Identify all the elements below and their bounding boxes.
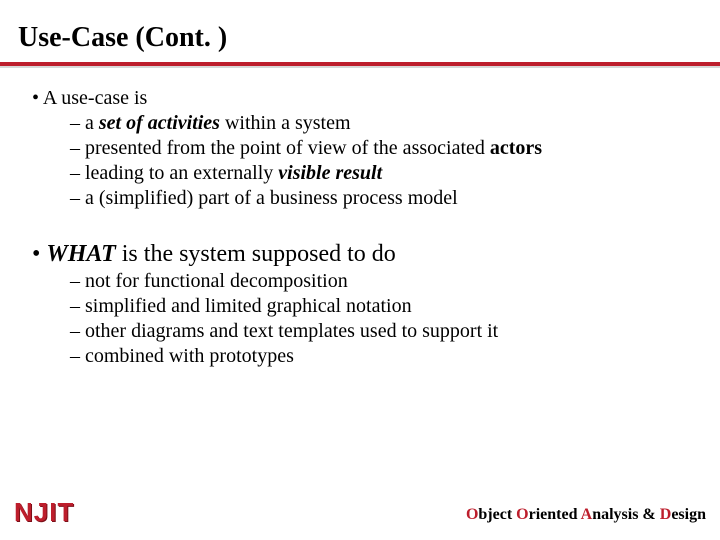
course-t1: bject xyxy=(478,506,516,523)
bullet-1-2: presented from the point of view of the … xyxy=(70,136,688,161)
footer: NJIT Object Oriented Analysis & Design xyxy=(0,500,720,528)
course-t2: riented xyxy=(529,506,581,523)
b11-post: within a system xyxy=(220,112,351,134)
b2-lead-em: WHAT xyxy=(46,241,115,267)
b12-em: actors xyxy=(490,137,542,159)
b2-lead-rest: is the system supposed to do xyxy=(116,241,396,267)
b12-pre: presented from the point of view of the … xyxy=(85,137,490,159)
course-t3: nalysis & xyxy=(592,506,660,523)
course-t4: esign xyxy=(671,506,706,523)
course-A: A xyxy=(581,506,593,523)
bullet-1-4: a (simplified) part of a business proces… xyxy=(70,186,688,211)
gap xyxy=(32,211,688,239)
title-rule-shadow xyxy=(0,66,720,68)
slide: Use-Case (Cont. ) A use-case is a set of… xyxy=(0,0,720,540)
bullet-2-2: simplified and limited graphical notatio… xyxy=(70,294,688,319)
bullet-1-text: A use-case is xyxy=(43,87,147,109)
course-O2: O xyxy=(516,506,528,523)
bullet-1-3: leading to an externally visible result xyxy=(70,161,688,186)
njit-logo: NJIT xyxy=(14,497,74,528)
b14-pre: a (simplified) part of a business proces… xyxy=(85,187,458,209)
b13-em: visible result xyxy=(278,162,382,184)
bullet-1-1: a set of activities within a system xyxy=(70,111,688,136)
b11-pre: a xyxy=(85,112,99,134)
course-title: Object Oriented Analysis & Design xyxy=(466,506,706,524)
course-O1: O xyxy=(466,506,478,523)
b13-pre: leading to an externally xyxy=(85,162,278,184)
bullet-1: A use-case is xyxy=(32,86,688,111)
b11-em: set of activities xyxy=(99,112,220,134)
course-D: D xyxy=(660,506,672,523)
bullet-2: WHAT is the system supposed to do xyxy=(32,239,688,269)
slide-title: Use-Case (Cont. ) xyxy=(18,22,227,54)
bullet-2-4: combined with prototypes xyxy=(70,344,688,369)
slide-body: A use-case is a set of activities within… xyxy=(32,86,688,369)
bullet-2-1: not for functional decomposition xyxy=(70,269,688,294)
bullet-2-3: other diagrams and text templates used t… xyxy=(70,319,688,344)
